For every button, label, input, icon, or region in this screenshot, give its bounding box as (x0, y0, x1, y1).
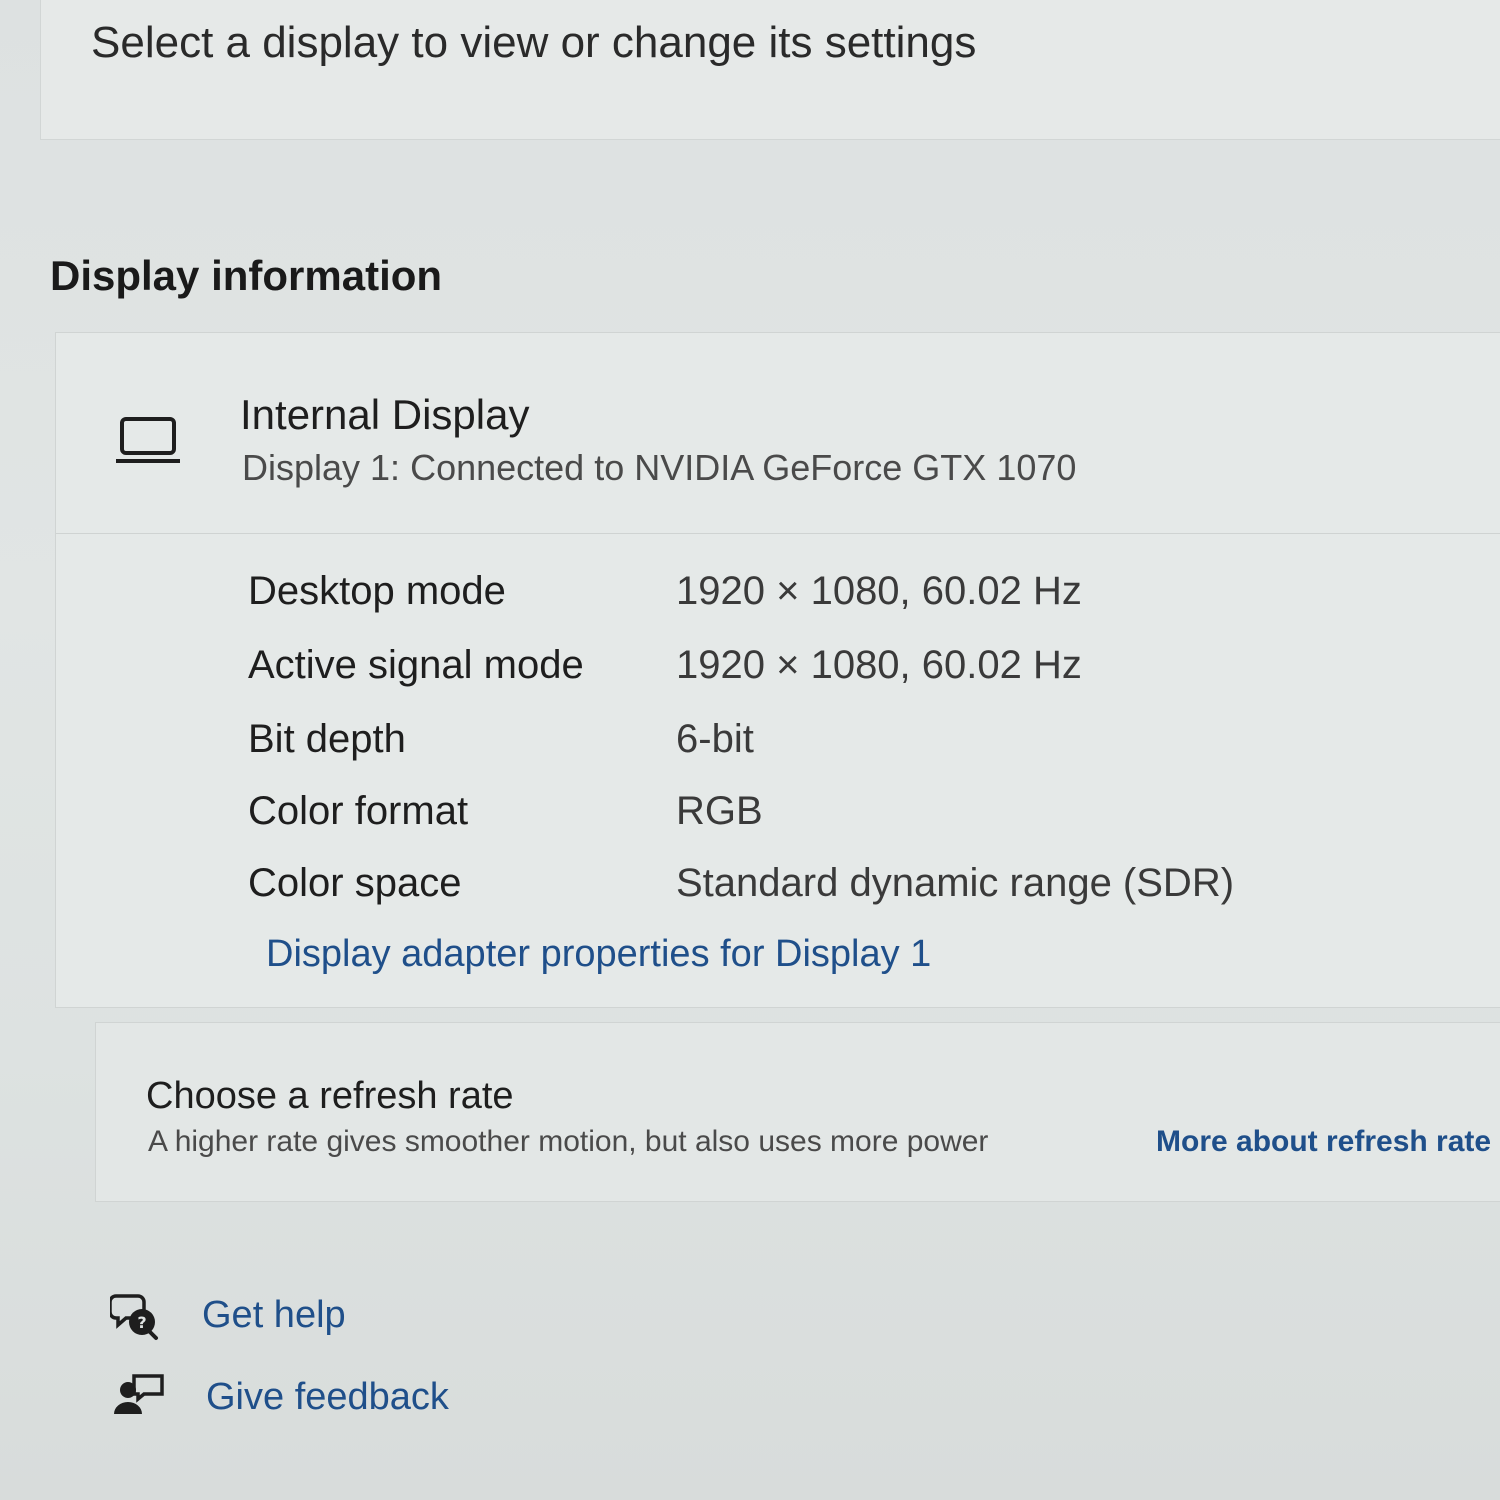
section-title-display-information: Display information (50, 252, 443, 299)
help-chat-icon: ? (110, 1294, 158, 1340)
display-name: Internal Display (240, 391, 530, 438)
property-value: 6-bit (676, 717, 754, 761)
get-help-label: Get help (202, 1294, 346, 1336)
give-feedback-label: Give feedback (206, 1376, 449, 1418)
property-value: 1920 × 1080, 60.02 Hz (676, 643, 1082, 687)
property-row-desktop-mode: Desktop mode 1920 × 1080, 60.02 Hz (56, 569, 1500, 629)
property-value: Standard dynamic range (SDR) (676, 861, 1235, 905)
property-row-active-signal-mode: Active signal mode 1920 × 1080, 60.02 Hz (56, 643, 1500, 703)
refresh-rate-card[interactable]: Choose a refresh rate A higher rate give… (95, 1022, 1500, 1202)
feedback-person-icon (114, 1374, 164, 1414)
refresh-rate-title: Choose a refresh rate (146, 1075, 514, 1117)
laptop-monitor-icon (116, 417, 180, 463)
display-adapter-properties-link[interactable]: Display adapter properties for Display 1 (266, 933, 931, 976)
property-label: Color format (248, 789, 469, 833)
property-label: Active signal mode (248, 643, 584, 687)
property-label: Color space (248, 861, 462, 905)
property-label: Bit depth (248, 717, 406, 761)
display-information-card: Internal Display Display 1: Connected to… (55, 332, 1500, 1008)
display-selector-card[interactable]: Select a display to view or change its s… (40, 0, 1500, 140)
property-value: RGB (676, 789, 763, 833)
property-value: 1920 × 1080, 60.02 Hz (676, 569, 1082, 613)
display-connection-info: Display 1: Connected to NVIDIA GeForce G… (242, 447, 1077, 488)
refresh-rate-description: A higher rate gives smoother motion, but… (148, 1125, 989, 1158)
display-selector-hint: Select a display to view or change its s… (91, 18, 977, 67)
property-label: Desktop mode (248, 569, 506, 613)
property-row-color-space: Color space Standard dynamic range (SDR) (56, 861, 1500, 921)
property-row-color-format: Color format RGB (56, 789, 1500, 849)
display-info-header: Internal Display Display 1: Connected to… (56, 333, 1500, 534)
more-about-refresh-rate-link[interactable]: More about refresh rate (1156, 1125, 1491, 1159)
svg-text:?: ? (137, 1313, 146, 1332)
settings-page: Select a display to view or change its s… (0, 0, 1500, 1500)
property-row-bit-depth: Bit depth 6-bit (56, 717, 1500, 777)
